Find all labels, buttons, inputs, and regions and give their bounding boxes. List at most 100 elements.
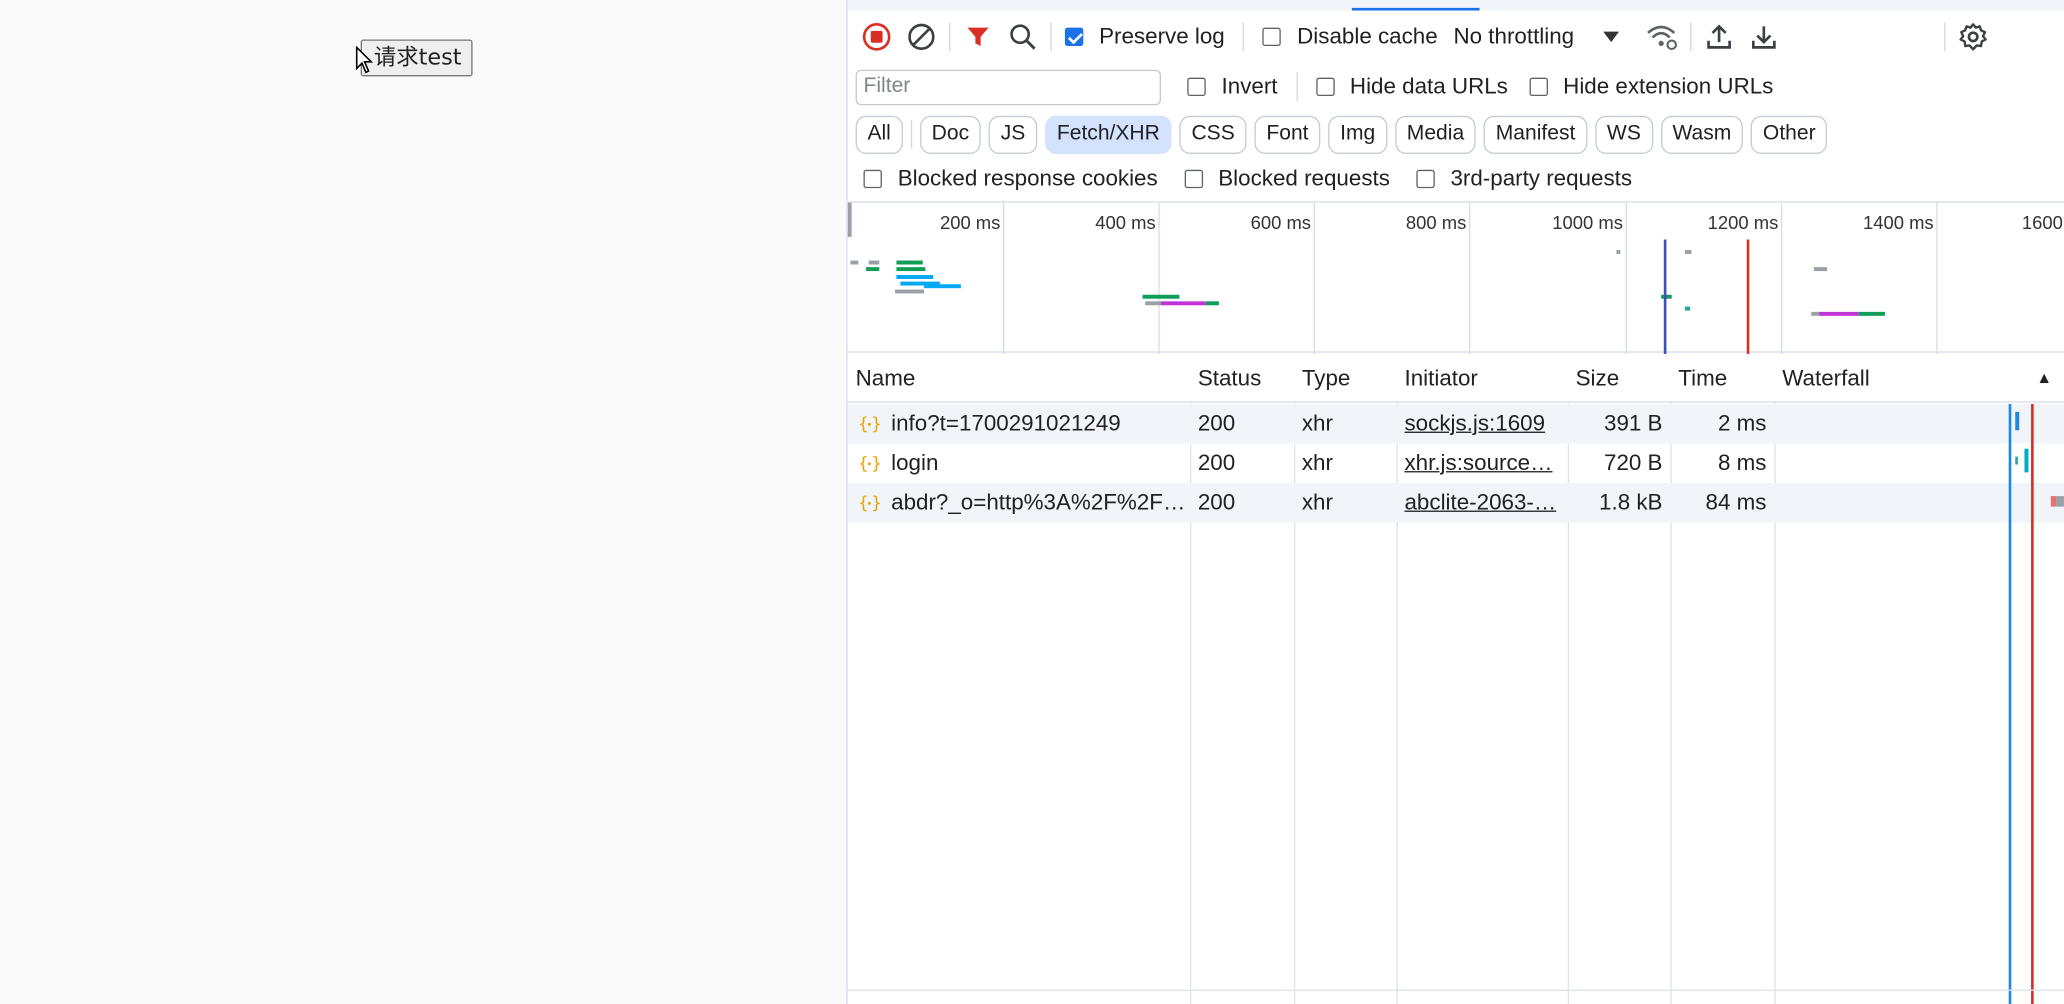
clear-button[interactable] <box>899 16 944 58</box>
request-name[interactable]: info?t=1700291021249 <box>891 404 1186 443</box>
type-filter-ws[interactable]: WS <box>1595 115 1653 154</box>
svg-text:{: { <box>858 415 868 435</box>
hide-data-urls-label: Hide data URLs <box>1349 73 1508 99</box>
toolbar-separator <box>1944 22 1946 52</box>
dom-content-loaded-line <box>1663 239 1667 354</box>
request-size: 720 B <box>1603 450 1663 476</box>
sort-ascending-icon[interactable]: ▲ <box>2028 354 2052 403</box>
preserve-log-checkbox[interactable]: Preserve log <box>1064 24 1225 50</box>
waterfall-bar <box>2024 448 2029 473</box>
type-filter-js[interactable]: JS <box>988 115 1038 154</box>
invert-check-icon[interactable] <box>1187 77 1206 97</box>
overview-request-bar <box>1160 301 1206 306</box>
overview-request-bar <box>850 260 859 265</box>
hide-data-urls-checkbox[interactable]: Hide data URLs <box>1315 73 1508 100</box>
search-icon <box>1010 24 1036 50</box>
hide-extension-urls-checkbox[interactable]: Hide extension URLs <box>1528 74 1773 100</box>
type-filter-wasm[interactable]: Wasm <box>1660 115 1744 154</box>
request-type: xhr <box>1301 410 1333 436</box>
resource-type-filters: All Doc JS Fetch/XHR CSS Font Img Media … <box>848 111 2064 158</box>
column-header-initiator[interactable]: Initiator <box>1397 354 1477 403</box>
type-filter-other[interactable]: Other <box>1751 115 1828 154</box>
request-name[interactable]: abdr?_o=http%3A%2F%2F… <box>891 483 1186 522</box>
xhr-request-icon: { } <box>858 415 880 435</box>
settings-button[interactable] <box>1951 16 1996 58</box>
filter-toggle-button[interactable] <box>956 16 1001 58</box>
invert-label: Invert <box>1221 73 1278 99</box>
toolbar-separator <box>949 22 951 52</box>
request-test-button[interactable]: 请求test <box>360 39 473 77</box>
third-party-requests-check-icon[interactable] <box>1416 169 1435 189</box>
invert-checkbox[interactable]: Invert <box>1187 73 1278 100</box>
overview-tick-label: 1200 ms <box>1707 211 1779 233</box>
request-initiator-link[interactable]: sockjs.js:1609 <box>1404 404 1559 443</box>
type-filter-manifest[interactable]: Manifest <box>1483 115 1588 154</box>
column-header-type[interactable]: Type <box>1294 354 1351 403</box>
export-har-icon <box>1751 26 1776 49</box>
column-header-name[interactable]: Name <box>848 354 916 403</box>
svg-text:}: } <box>871 415 880 435</box>
request-initiator-link[interactable]: abclite-2063-… <box>1404 483 1559 522</box>
overview-request-bar <box>1205 301 1219 306</box>
preserve-log-check-icon[interactable] <box>1064 27 1084 47</box>
overview-request-bar <box>895 289 925 294</box>
blocked-requests-checkbox[interactable]: Blocked requests <box>1184 166 1390 192</box>
table-row[interactable]: { } info?t=1700291021249 200 xhr sockjs.… <box>847 403 2064 444</box>
overview-gridline <box>1780 202 1783 354</box>
overview-tick-label: 600 ms <box>1250 211 1312 233</box>
overview-tick-label: 1600 <box>2021 211 2063 233</box>
type-filter-doc[interactable]: Doc <box>919 115 981 154</box>
disable-cache-check-icon[interactable] <box>1262 27 1282 47</box>
type-filter-font[interactable]: Font <box>1254 115 1321 154</box>
hide-extension-urls-check-icon[interactable] <box>1528 77 1548 97</box>
overview-request-bar <box>1811 311 1820 316</box>
blocked-requests-check-icon[interactable] <box>1184 169 1203 189</box>
type-filter-css[interactable]: CSS <box>1179 115 1247 154</box>
request-name[interactable]: login <box>891 443 1186 482</box>
request-initiator-link[interactable]: xhr.js:source… <box>1404 443 1559 482</box>
overview-gridline <box>1003 202 1005 354</box>
column-header-time[interactable]: Time <box>1670 354 1727 403</box>
overview-request-bar <box>1819 311 1859 316</box>
import-har-button[interactable] <box>1697 16 1742 58</box>
waterfall-bar <box>2015 411 2020 431</box>
active-tab-indicator <box>1351 7 1480 11</box>
overview-request-bar <box>1142 294 1180 299</box>
third-party-requests-checkbox[interactable]: 3rd-party requests <box>1416 166 1632 192</box>
overview-request-bar <box>868 260 880 265</box>
column-header-size[interactable]: Size <box>1568 354 1620 403</box>
column-header-waterfall[interactable]: Waterfall <box>1774 354 1869 403</box>
blocked-response-cookies-checkbox[interactable]: Blocked response cookies <box>863 166 1158 192</box>
export-har-button[interactable] <box>1741 16 1786 58</box>
network-overview-timeline[interactable]: 200 ms 400 ms 600 ms 800 ms 1000 ms 1200… <box>847 201 2064 354</box>
blocked-response-cookies-check-icon[interactable] <box>863 169 882 189</box>
request-status: 200 <box>1197 450 1236 476</box>
inspected-page: 请求test <box>0 0 847 1004</box>
filter-bar: Invert Hide data URLs Hide extension URL… <box>848 63 2064 110</box>
type-filter-media[interactable]: Media <box>1394 115 1477 154</box>
table-row[interactable]: { } abdr?_o=http%3A%2F%2F… 200 xhr abcli… <box>847 482 2064 523</box>
network-conditions-button[interactable] <box>1640 16 1685 58</box>
overview-gridline <box>1313 202 1315 354</box>
filter-input[interactable] <box>855 69 1161 105</box>
disable-cache-checkbox[interactable]: Disable cache <box>1262 24 1438 50</box>
stop-recording-icon <box>862 23 891 51</box>
table-row[interactable]: { } login 200 xhr xhr.js:source… 720 B 8… <box>848 443 2064 482</box>
type-filter-img[interactable]: Img <box>1328 115 1388 154</box>
request-status: 200 <box>1197 410 1236 436</box>
type-filter-all[interactable]: All <box>855 115 903 154</box>
overview-request-bar <box>1145 301 1161 306</box>
stop-recording-button[interactable] <box>854 16 899 58</box>
filter-icon <box>967 27 989 47</box>
column-header-status[interactable]: Status <box>1190 354 1261 403</box>
throttling-select[interactable]: No throttling <box>1453 24 1619 50</box>
toolbar-separator <box>1050 22 1052 52</box>
overview-request-bar <box>924 284 961 289</box>
hide-data-urls-check-icon[interactable] <box>1315 77 1335 97</box>
request-time: 2 ms <box>1717 410 1767 436</box>
overview-tick-label: 1000 ms <box>1552 211 1623 233</box>
type-filter-fetch-xhr[interactable]: Fetch/XHR <box>1045 115 1172 154</box>
toolbar-separator <box>1689 22 1692 52</box>
overview-window-handle[interactable] <box>847 202 852 237</box>
search-button[interactable] <box>1000 16 1045 58</box>
